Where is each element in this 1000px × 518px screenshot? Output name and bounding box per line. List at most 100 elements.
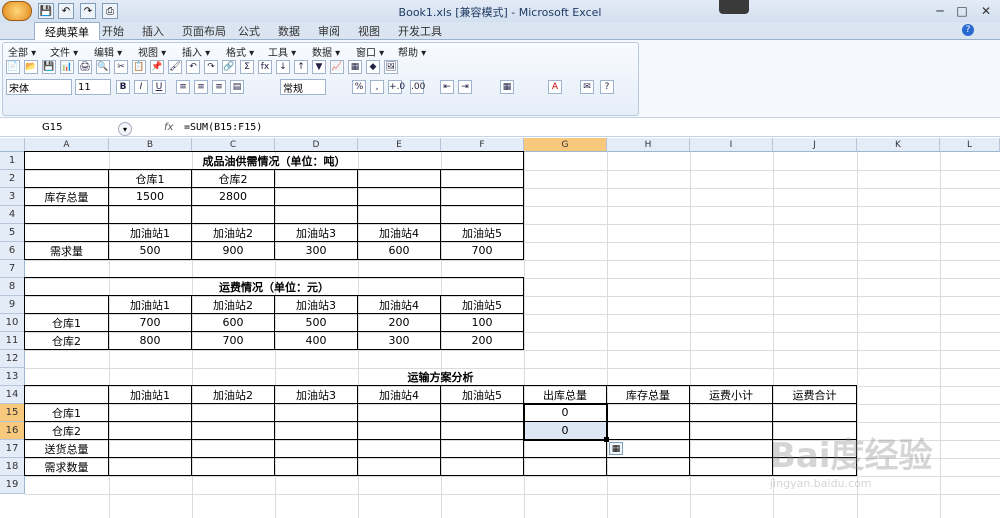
cell-r5[interactable]	[24, 223, 109, 242]
cell[interactable]	[108, 439, 192, 458]
cell[interactable]	[523, 439, 607, 458]
row-header-8[interactable]: 8	[0, 278, 25, 296]
cell-C2[interactable]: 仓库2	[191, 169, 275, 188]
cell[interactable]	[357, 439, 441, 458]
autofill-options-icon[interactable]: ▦	[609, 442, 623, 455]
toolbar-icon-21[interactable]: 🖼	[384, 60, 398, 74]
toolbar-icon-13[interactable]: Σ	[240, 60, 254, 74]
row-header-15[interactable]: 15	[0, 404, 25, 422]
cell-r14[interactable]: 库存总量	[606, 385, 690, 404]
cell[interactable]	[440, 187, 524, 206]
cell[interactable]	[523, 457, 607, 476]
format-icon-4[interactable]: ≡	[194, 80, 208, 94]
cell[interactable]	[274, 187, 358, 206]
cell[interactable]	[689, 403, 773, 422]
cell[interactable]	[274, 439, 358, 458]
cell[interactable]	[274, 205, 358, 224]
cell-A3[interactable]: 库存总量	[24, 187, 109, 206]
function-icon[interactable]: fx	[164, 122, 178, 136]
cell-B2[interactable]: 仓库1	[108, 169, 192, 188]
toolbar-icon-19[interactable]: ▦	[348, 60, 362, 74]
cell-r14[interactable]: 加油站1	[108, 385, 192, 404]
format-icon-12[interactable]: ⇥	[458, 80, 472, 94]
toolbar-icon-1[interactable]: 📂	[24, 60, 38, 74]
cell[interactable]	[689, 457, 773, 476]
column-header-J[interactable]: J	[773, 138, 857, 152]
cell[interactable]	[108, 403, 192, 422]
cell[interactable]	[606, 457, 690, 476]
row-header-19[interactable]: 19	[0, 476, 25, 494]
toolbar-icon-2[interactable]: 💾	[42, 60, 56, 74]
cell[interactable]	[24, 205, 109, 224]
menu-window[interactable]: 窗口 ▾	[356, 44, 384, 59]
cell[interactable]	[357, 403, 441, 422]
row-header-18[interactable]: 18	[0, 458, 25, 476]
cell-r9[interactable]: 加油站5	[440, 295, 524, 314]
tab-developer[interactable]: 开发工具	[388, 22, 452, 40]
tab-data[interactable]: 数据	[268, 22, 310, 40]
cell-r9[interactable]: 加油站3	[274, 295, 358, 314]
cell[interactable]	[440, 205, 524, 224]
row-header-2[interactable]: 2	[0, 170, 25, 188]
menu-file[interactable]: 文件 ▾	[50, 44, 78, 59]
cell-r14[interactable]: 出库总量	[523, 385, 607, 404]
cell-r6[interactable]: 300	[274, 241, 358, 260]
cell[interactable]	[274, 421, 358, 440]
toolbar-icon-3[interactable]: 📊	[60, 60, 74, 74]
cell-r9[interactable]: 加油站2	[191, 295, 275, 314]
cell[interactable]	[357, 169, 441, 188]
cell[interactable]	[689, 439, 773, 458]
cell-A17[interactable]: 送货总量	[24, 439, 109, 458]
tab-classic-menu[interactable]: 经典菜单	[34, 22, 100, 40]
cell-r10[interactable]: 100	[440, 313, 524, 332]
cell-r6[interactable]: 700	[440, 241, 524, 260]
row-header-3[interactable]: 3	[0, 188, 25, 206]
format-icon-8[interactable]: ,	[370, 80, 384, 94]
cell-r11[interactable]: 700	[191, 331, 275, 350]
table-title-freight[interactable]: 运费情况（单位：元）	[24, 277, 524, 296]
cell-r10[interactable]: 500	[274, 313, 358, 332]
cell-A15[interactable]: 仓库1	[24, 403, 109, 422]
undo-icon[interactable]: ↶	[58, 3, 74, 19]
row-header-12[interactable]: 12	[0, 350, 25, 368]
row-header-10[interactable]: 10	[0, 314, 25, 332]
row-header-17[interactable]: 17	[0, 440, 25, 458]
save-icon[interactable]: 💾	[38, 3, 54, 19]
cell[interactable]	[357, 187, 441, 206]
cell[interactable]	[274, 169, 358, 188]
cell[interactable]	[108, 205, 192, 224]
cell[interactable]	[689, 421, 773, 440]
cell-r6[interactable]: 需求量	[24, 241, 109, 260]
formula-input[interactable]: =SUM(B15:F15)	[184, 122, 999, 136]
name-box[interactable]: G15	[0, 122, 118, 136]
toolbar-icon-10[interactable]: ↶	[186, 60, 200, 74]
office-button[interactable]	[2, 1, 32, 21]
format-icon-2[interactable]: U	[152, 80, 166, 94]
cell[interactable]	[440, 439, 524, 458]
format-icon-16[interactable]: ?	[600, 80, 614, 94]
cell-r10[interactable]: 200	[357, 313, 441, 332]
font-size-select[interactable]: 11	[75, 79, 111, 95]
toolbar-icon-20[interactable]: ◆	[366, 60, 380, 74]
cell[interactable]	[191, 403, 275, 422]
font-name-select[interactable]: 宋体	[6, 79, 72, 95]
menu-edit[interactable]: 编辑 ▾	[94, 44, 122, 59]
column-header-K[interactable]: K	[857, 138, 940, 152]
menu-insert[interactable]: 插入 ▾	[182, 44, 210, 59]
cell[interactable]	[191, 421, 275, 440]
format-icon-9[interactable]: +.0	[388, 80, 405, 94]
cell[interactable]	[108, 421, 192, 440]
toolbar-icon-8[interactable]: 📌	[150, 60, 164, 74]
toolbar-icon-18[interactable]: 📈	[330, 60, 344, 74]
cell-r5[interactable]: 加油站1	[108, 223, 192, 242]
cell[interactable]	[357, 457, 441, 476]
cell[interactable]	[606, 421, 690, 440]
cell[interactable]	[191, 205, 275, 224]
cell-r14[interactable]: 加油站2	[191, 385, 275, 404]
row-header-13[interactable]: 13	[0, 368, 25, 386]
cell-r10[interactable]: 700	[108, 313, 192, 332]
cell-r6[interactable]: 900	[191, 241, 275, 260]
cell-r9[interactable]: 加油站1	[108, 295, 192, 314]
cell-r10[interactable]: 仓库1	[24, 313, 109, 332]
cell-r10[interactable]: 600	[191, 313, 275, 332]
